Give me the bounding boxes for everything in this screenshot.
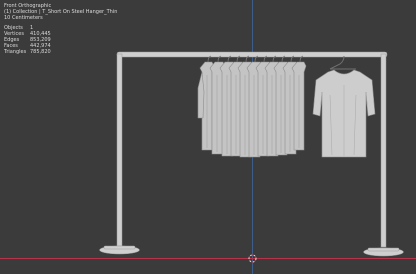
rack-top-bar: [116, 51, 388, 58]
stat-row: Triangles 785,820: [4, 49, 70, 55]
hanging-shirt-front[interactable]: [312, 55, 376, 158]
rack-left-pole: [116, 53, 123, 248]
hanging-shirts-side[interactable]: [197, 55, 307, 158]
stat-value: 785,820: [30, 49, 51, 55]
scene-statistics: Objects 1 Vertices 410,445 Edges 853,209…: [4, 25, 70, 55]
3d-viewport[interactable]: Front Orthographic (1) Collection | T_Sh…: [0, 0, 416, 274]
grid-units: 10 Centimeters: [4, 15, 43, 21]
rack-right-pole: [380, 53, 387, 248]
stat-label: Triangles: [4, 49, 27, 55]
